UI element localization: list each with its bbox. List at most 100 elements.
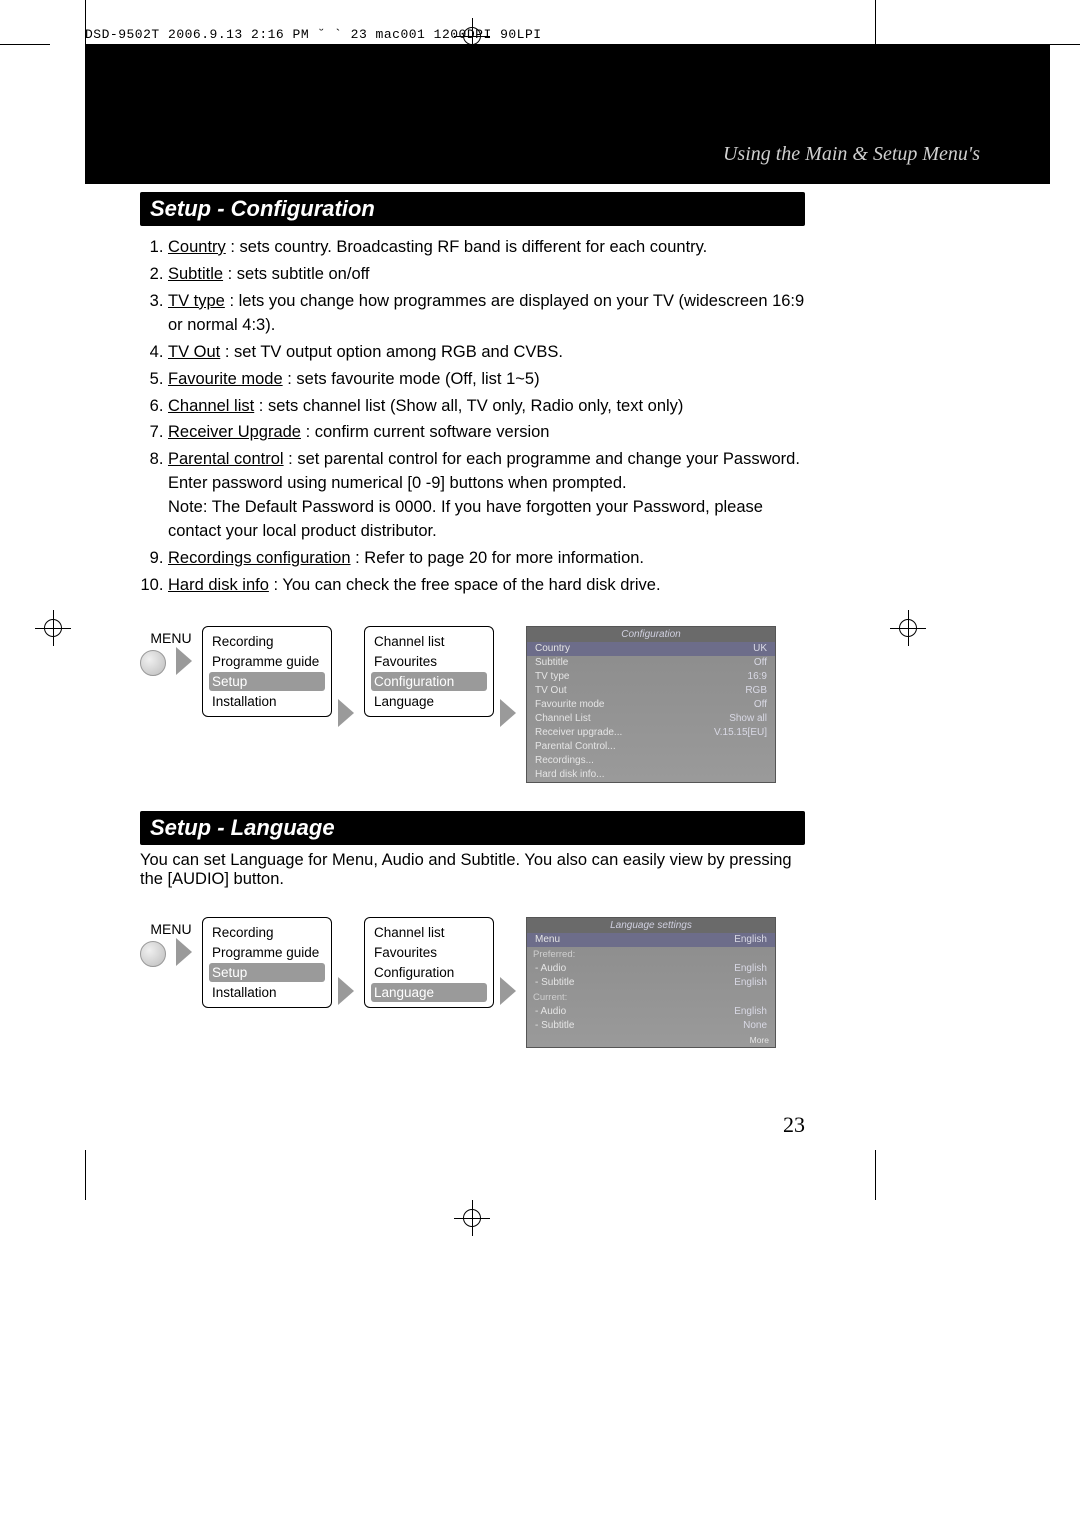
config-desc: : sets favourite mode (Off, list 1~5): [283, 370, 540, 388]
osd-row: - AudioEnglish: [527, 962, 775, 976]
osd-title: Language settings: [527, 918, 775, 933]
osd-row-label: Subtitle: [535, 657, 568, 668]
menu-item: Programme guide: [209, 652, 325, 671]
registration-mark-icon: [890, 610, 926, 646]
trim-line: [875, 1150, 876, 1200]
osd-section-label: Preferred:: [527, 947, 775, 962]
osd-row-value: English: [734, 977, 767, 988]
osd-row-value: Show all: [729, 713, 767, 724]
osd-row: Favourite mode Off: [527, 698, 775, 712]
config-term: Receiver Upgrade: [168, 423, 301, 441]
menu-button-icon: [140, 650, 166, 676]
arrow-right-icon: [176, 647, 192, 675]
menu-item: Favourites: [371, 652, 487, 671]
osd-row-label: - Audio: [535, 963, 566, 974]
config-item: TV type : lets you change how programmes…: [168, 290, 805, 338]
arrow-right-icon: [500, 699, 516, 727]
registration-mark-icon: [454, 1200, 490, 1236]
menu-label: MENU: [150, 921, 191, 937]
arrow-right-icon: [500, 977, 516, 1005]
menu-item: Language: [371, 692, 487, 711]
osd-row: SubtitleOff: [527, 656, 775, 670]
osd-row-label: - Subtitle: [535, 977, 574, 988]
menu-item: Configuration: [371, 672, 487, 691]
osd-section-label: Current:: [527, 990, 775, 1005]
menu-item: Setup: [209, 672, 325, 691]
menu-box-setup: Channel listFavouritesConfigurationLangu…: [364, 626, 494, 717]
black-band: Using the Main & Setup Menu's: [85, 44, 1050, 184]
menu-box-setup: Channel listFavouritesConfigurationLangu…: [364, 917, 494, 1008]
menu-label: MENU: [150, 630, 191, 646]
menu-item: Recording: [209, 632, 325, 651]
config-term: Recordings configuration: [168, 549, 351, 567]
config-item: Subtitle : sets subtitle on/off: [168, 263, 805, 287]
osd-row-value: 16:9: [748, 671, 767, 682]
registration-mark-icon: [35, 610, 71, 646]
config-term: Country: [168, 238, 226, 256]
osd-row-value: None: [743, 1020, 767, 1031]
osd-panel-configuration: ConfigurationCountryUKSubtitleOffTV type…: [526, 626, 776, 783]
menu-item: Channel list: [371, 923, 487, 942]
menu-item: Recording: [209, 923, 325, 942]
trim-line: [1030, 44, 1080, 45]
config-desc: : Refer to page 20 for more information.: [351, 549, 644, 567]
config-term: TV type: [168, 292, 225, 310]
osd-row-label: Hard disk info...: [535, 769, 604, 780]
arrow-right-icon: [338, 699, 354, 727]
config-term: Parental control: [168, 450, 284, 468]
menu-flow-configuration: MENU RecordingProgramme guideSetupInstal…: [140, 626, 805, 783]
osd-row-value: English: [734, 1006, 767, 1017]
config-term: Favourite mode: [168, 370, 283, 388]
config-item: Receiver Upgrade : confirm current softw…: [168, 421, 805, 445]
osd-row: TV OutRGB: [527, 684, 775, 698]
config-desc: : sets channel list (Show all, TV only, …: [254, 397, 683, 415]
config-item: Favourite mode : sets favourite mode (Of…: [168, 368, 805, 392]
menu-item: Setup: [209, 963, 325, 982]
menu-item: Programme guide: [209, 943, 325, 962]
page-number: 23: [140, 1112, 805, 1138]
osd-row-label: TV type: [535, 671, 569, 682]
config-item: Recordings configuration : Refer to page…: [168, 547, 805, 571]
osd-row-label: Favourite mode: [535, 699, 604, 710]
osd-row: CountryUK: [527, 642, 775, 656]
osd-row-value: English: [734, 934, 767, 945]
osd-row-label: Recordings...: [535, 755, 594, 766]
section-heading-configuration: Setup - Configuration: [140, 192, 805, 226]
config-note: Note: The Default Password is 0000. If y…: [168, 496, 805, 544]
osd-row: Receiver upgrade... V.15.15[EU]: [527, 726, 775, 740]
config-term: Channel list: [168, 397, 254, 415]
config-desc: : confirm current software version: [301, 423, 550, 441]
menu-item: Language: [371, 983, 487, 1002]
trim-line: [85, 0, 86, 50]
config-desc: : sets subtitle on/off: [223, 265, 369, 283]
config-term: Subtitle: [168, 265, 223, 283]
menu-item: Installation: [209, 983, 325, 1002]
menu-item: Configuration: [371, 963, 487, 982]
menu-item: Channel list: [371, 632, 487, 651]
config-item: Hard disk info : You can check the free …: [168, 574, 805, 598]
menu-flow-language: MENU RecordingProgramme guideSetupInstal…: [140, 917, 805, 1048]
section-heading-language: Setup - Language: [140, 811, 805, 845]
config-desc: : set TV output option among RGB and CVB…: [220, 343, 563, 361]
osd-row: - AudioEnglish: [527, 1005, 775, 1019]
arrow-right-icon: [338, 977, 354, 1005]
config-desc: : sets country. Broadcasting RF band is …: [226, 238, 708, 256]
trim-line: [875, 0, 876, 50]
menu-box-main: RecordingProgramme guideSetupInstallatio…: [202, 917, 332, 1008]
config-desc: : lets you change how programmes are dis…: [168, 292, 804, 334]
menu-box-main: RecordingProgramme guideSetupInstallatio…: [202, 626, 332, 717]
arrow-right-icon: [176, 938, 192, 966]
osd-row: Channel List Show all: [527, 712, 775, 726]
config-item: TV Out : set TV output option among RGB …: [168, 341, 805, 365]
osd-row-value: V.15.15[EU]: [714, 727, 767, 738]
osd-row: Parental Control...: [527, 740, 775, 754]
osd-row-value: Off: [754, 699, 767, 710]
osd-title: Configuration: [527, 627, 775, 642]
osd-footer: More: [527, 1033, 775, 1047]
config-item: Channel list : sets channel list (Show a…: [168, 395, 805, 419]
osd-row-value: RGB: [745, 685, 767, 696]
osd-row: Recordings...: [527, 754, 775, 768]
osd-row-label: Channel List: [535, 713, 591, 724]
osd-row-label: Receiver upgrade...: [535, 727, 622, 738]
osd-panel-language: Language settingsMenuEnglishPreferred:- …: [526, 917, 776, 1048]
